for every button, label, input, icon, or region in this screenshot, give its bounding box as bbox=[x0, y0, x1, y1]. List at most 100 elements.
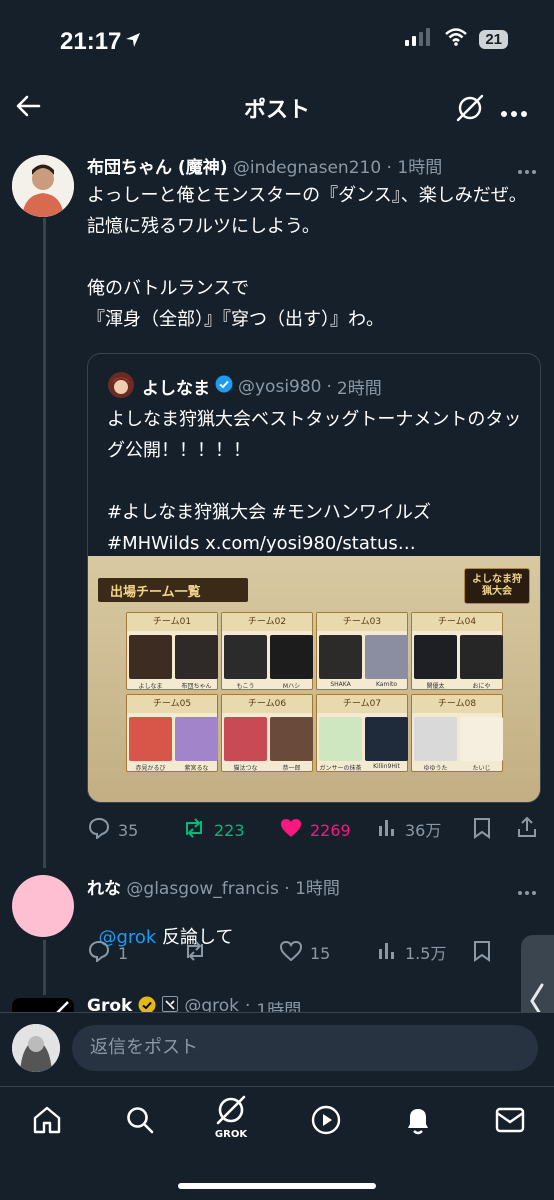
tab-home[interactable] bbox=[27, 1100, 67, 1140]
team-label: チーム08 bbox=[412, 695, 502, 713]
reply-more-icon[interactable] bbox=[517, 881, 537, 900]
post-more-icon[interactable] bbox=[517, 160, 537, 179]
reply-time: 1時間 bbox=[295, 879, 340, 899]
member-photo bbox=[270, 717, 313, 761]
heart-icon bbox=[279, 940, 303, 966]
reply-bookmark-icon[interactable] bbox=[472, 940, 492, 966]
team-card: チーム07 ガンサーの抹茶 Killin9Hit bbox=[316, 694, 408, 772]
member-name: ガンサーの抹茶 bbox=[319, 765, 362, 772]
quoted-image[interactable]: 出場チーム一覧 よしなま狩猟大会 チーム01 よしなま 布団ちゃん チーム02 もこう M… bbox=[88, 556, 540, 802]
member-name: ゆゆうた bbox=[423, 765, 448, 772]
post-time: 1時間 bbox=[397, 158, 443, 178]
member-photo bbox=[319, 717, 362, 761]
battery-indicator: 21 bbox=[479, 29, 508, 49]
team-label: チーム01 bbox=[127, 613, 217, 631]
tab-notifications[interactable] bbox=[398, 1100, 438, 1140]
tab-grok[interactable]: GROK bbox=[208, 1093, 254, 1145]
grok-icon[interactable] bbox=[455, 93, 485, 127]
reply-count: 35 bbox=[118, 820, 139, 840]
reply-reply-action[interactable]: 1 bbox=[88, 940, 128, 966]
team-card: チーム08 ゆゆうた たいじ bbox=[411, 694, 503, 772]
views-chart-icon bbox=[377, 817, 397, 841]
member-photo bbox=[365, 635, 408, 679]
member-name: 赤見かるび bbox=[135, 765, 166, 772]
bookmark-icon[interactable] bbox=[472, 817, 492, 843]
reply-icon bbox=[88, 817, 110, 843]
share-icon[interactable] bbox=[516, 816, 538, 842]
more-options-icon[interactable] bbox=[500, 103, 528, 122]
reply-author-avatar[interactable] bbox=[12, 875, 74, 937]
reply-header: れな @glasgow_francis · 1時間 bbox=[87, 879, 340, 899]
reply-action[interactable]: 35 bbox=[88, 817, 138, 843]
thread-line bbox=[43, 218, 46, 868]
quoted-author-handle: @yosi980 bbox=[238, 376, 322, 397]
play-circle-icon bbox=[311, 1105, 341, 1135]
team-label: チーム04 bbox=[412, 613, 502, 631]
thread-line bbox=[43, 940, 46, 995]
tab-search[interactable] bbox=[120, 1100, 160, 1140]
reply-reply-count: 1 bbox=[118, 943, 129, 963]
mail-icon bbox=[495, 1107, 525, 1133]
post-text: よっしーと俺とモンスターの『ダンス』、楽しみだぜ。 記憶に残るワルツにしよう。 … bbox=[87, 185, 527, 330]
tab-video[interactable] bbox=[306, 1100, 346, 1140]
team-card: チーム06 猫汰つな 恭一郎 bbox=[221, 694, 313, 772]
author-avatar[interactable] bbox=[12, 155, 74, 217]
reply-views-action[interactable]: 1.5万 bbox=[377, 940, 446, 964]
member-name: Killin9Hit bbox=[373, 763, 400, 770]
home-indicator bbox=[178, 1183, 376, 1189]
reply-icon bbox=[88, 940, 110, 966]
team-card: チーム03 SHAKA Kamito bbox=[316, 612, 408, 690]
views-chart-icon bbox=[377, 940, 397, 964]
member-name: 布団ちゃん bbox=[181, 683, 212, 690]
member-name: もこう bbox=[236, 683, 255, 690]
member-photo bbox=[414, 717, 457, 761]
reply-author-handle[interactable]: @glasgow_francis bbox=[126, 879, 278, 899]
like-action[interactable]: 2269 bbox=[280, 817, 351, 843]
member-name: SHAKA bbox=[330, 681, 351, 688]
xai-badge-icon bbox=[162, 996, 179, 1012]
reply-like-action[interactable]: 15 bbox=[279, 940, 330, 966]
team-label: チーム03 bbox=[317, 613, 407, 631]
reply-views-count: 1.5万 bbox=[405, 944, 447, 963]
like-count: 2269 bbox=[310, 820, 351, 840]
quoted-post-time: 2時間 bbox=[336, 379, 382, 399]
grok-icon bbox=[216, 1095, 246, 1125]
reply-author-name[interactable]: れな bbox=[87, 879, 121, 899]
member-name: 恭一郎 bbox=[282, 765, 301, 772]
quoted-author-avatar bbox=[108, 372, 134, 398]
views-count: 36万 bbox=[405, 821, 442, 840]
wifi-icon bbox=[445, 28, 468, 50]
reply-repost-icon[interactable] bbox=[183, 940, 207, 966]
reply-input[interactable]: 返信をポスト bbox=[72, 1025, 538, 1071]
repost-icon bbox=[182, 817, 206, 843]
member-name: よしなま bbox=[138, 683, 163, 690]
member-photo bbox=[460, 635, 503, 679]
views-action[interactable]: 36万 bbox=[377, 817, 441, 841]
tab-messages[interactable] bbox=[490, 1100, 530, 1140]
team-label: チーム02 bbox=[222, 613, 312, 631]
repost-action[interactable]: 223 bbox=[182, 817, 245, 843]
my-avatar[interactable] bbox=[12, 1024, 60, 1072]
team-label: チーム06 bbox=[222, 695, 312, 713]
verified-badge-icon bbox=[215, 375, 233, 398]
team-card: チーム02 もこう Mハシ bbox=[221, 612, 313, 690]
member-name: たいじ bbox=[472, 765, 491, 772]
member-photo bbox=[175, 635, 218, 679]
member-photo bbox=[224, 635, 267, 679]
bell-icon bbox=[408, 1109, 428, 1135]
author-name[interactable]: 布団ちゃん (魔神) bbox=[87, 158, 227, 178]
member-name: 猫汰つな bbox=[233, 765, 258, 772]
grok-label: GROK bbox=[214, 1129, 248, 1140]
author-handle[interactable]: @indegnasen210 bbox=[233, 158, 381, 178]
team-card: チーム04 関優太 おにや bbox=[411, 612, 503, 690]
member-photo bbox=[319, 635, 362, 679]
quoted-post[interactable]: よしなま @yosi980 · 2時間 よしなま狩猟大会ベストタッグトーナメントのタ… bbox=[87, 353, 541, 803]
status-time: 21:17 bbox=[60, 28, 122, 55]
member-photo bbox=[224, 717, 267, 761]
status-indicators: 21 bbox=[405, 28, 508, 50]
quoted-post-text: よしなま狩猟大会ベストタッグトーナメントのタッグ公開！！！！！ #よしなま狩猟大… bbox=[107, 409, 522, 554]
search-icon bbox=[127, 1107, 154, 1134]
member-name: 関優太 bbox=[426, 683, 445, 690]
repost-count: 223 bbox=[214, 820, 245, 840]
member-photo bbox=[129, 635, 172, 679]
